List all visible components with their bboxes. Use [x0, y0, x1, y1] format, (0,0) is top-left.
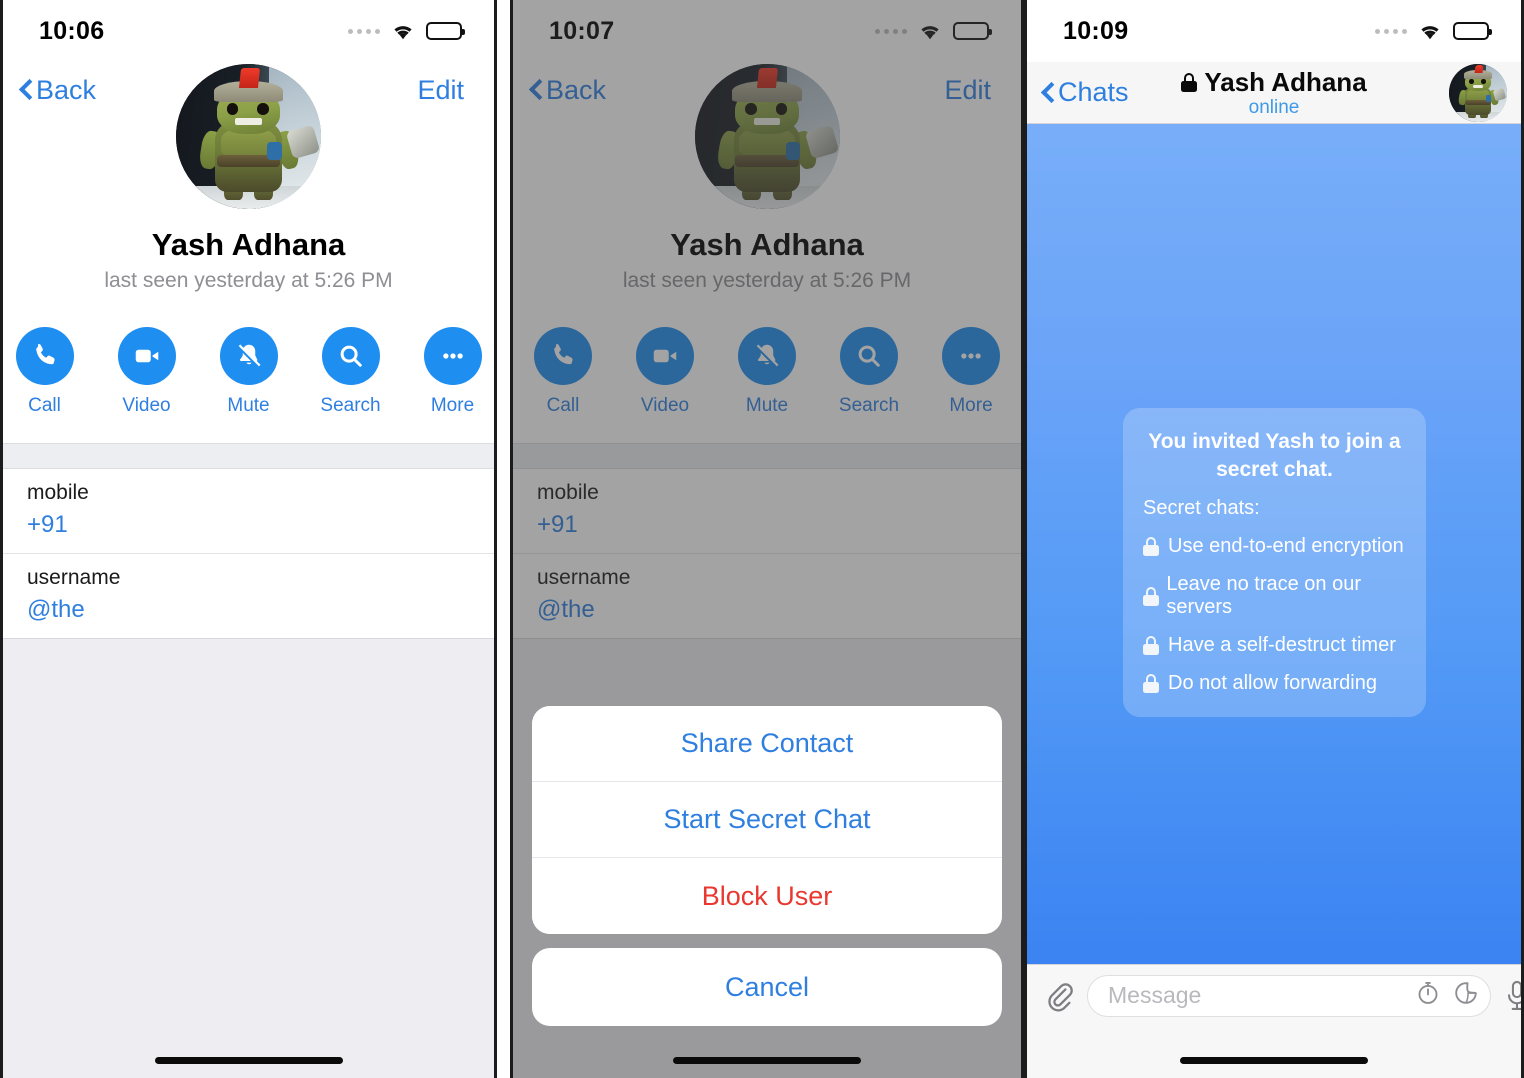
action-call[interactable]: Call	[11, 327, 78, 417]
profile-action-row: Call Video Mute Search More	[3, 327, 494, 421]
block-user-button[interactable]: Block User	[532, 858, 1002, 934]
action-video-label: Video	[122, 395, 171, 416]
bottom-safe-area	[1027, 1026, 1521, 1078]
secret-chat-notice-bubble: You invited Yash to join a secret chat. …	[1123, 408, 1426, 718]
home-indicator[interactable]	[513, 1057, 1021, 1064]
page-title: Yash Adhana	[151, 227, 346, 262]
notice-bullet: Leave no trace on our servers	[1143, 573, 1406, 619]
section-separator	[3, 443, 494, 469]
back-button-label: Back	[36, 74, 97, 105]
profile-body: Back Edit Yash Adhana last seen yesterda…	[3, 62, 494, 1078]
status-indicators	[348, 22, 465, 41]
contact-avatar[interactable]	[1449, 63, 1507, 122]
action-mute-label: Mute	[227, 395, 270, 416]
cancel-button[interactable]: Cancel	[532, 948, 1002, 1026]
sticker-icon[interactable]	[1452, 979, 1480, 1012]
action-sheet-options: Share Contact Start Secret Chat Block Us…	[532, 706, 1002, 934]
lock-icon	[1143, 586, 1159, 606]
wifi-icon	[1417, 22, 1443, 41]
back-button[interactable]: Back	[19, 75, 96, 106]
empty-area	[3, 639, 494, 1078]
home-indicator[interactable]	[1027, 1057, 1521, 1064]
notice-title: You invited Yash to join a secret chat.	[1148, 430, 1401, 481]
contact-last-seen: last seen yesterday at 5:26 PM	[104, 269, 393, 292]
message-input[interactable]	[1108, 982, 1404, 1009]
profile-header: Yash Adhana last seen yesterday at 5:26 …	[3, 64, 494, 443]
bell-slash-icon	[219, 327, 278, 385]
action-search-label: Search	[320, 395, 381, 416]
chevron-left-icon	[1041, 82, 1054, 104]
action-video[interactable]: Video	[113, 327, 180, 417]
action-call-label: Call	[28, 395, 61, 416]
notice-bullet-text: Have a self-destruct timer	[1168, 634, 1396, 657]
lock-icon	[1143, 537, 1159, 557]
action-more[interactable]: More	[419, 327, 486, 417]
action-more-label: More	[430, 395, 475, 416]
action-mute[interactable]: Mute	[215, 327, 282, 417]
contact-avatar[interactable]	[176, 64, 321, 209]
chat-navigation-bar: Chats Yash Adhana online	[1027, 62, 1521, 124]
info-row-label: mobile	[27, 481, 89, 504]
search-icon	[321, 327, 380, 385]
signal-dots-icon	[1375, 28, 1407, 34]
chevron-left-icon	[19, 79, 32, 101]
lock-icon	[1143, 636, 1159, 656]
info-row-value[interactable]: +91	[27, 511, 470, 539]
screenshot-triptych: 10:06 Back Edit Yash Adhana last seen ye…	[0, 0, 1524, 1078]
avatar-artwork	[1449, 63, 1507, 122]
notice-bullet: Use end-to-end encryption	[1143, 535, 1406, 558]
notice-lead: Secret chats:	[1143, 497, 1260, 520]
message-input-bar	[1027, 964, 1521, 1026]
notice-bullet: Do not allow forwarding	[1143, 672, 1406, 695]
ellipsis-icon	[423, 327, 482, 385]
stopwatch-icon[interactable]	[1414, 979, 1442, 1012]
phone-screen-secret-chat: 10:09 Chats Yash Adhana online You invit…	[1024, 0, 1524, 1078]
message-field[interactable]	[1087, 974, 1491, 1017]
phone-screen-action-sheet: 10:07 Back Edit Yash Adhana last seen ye…	[510, 0, 1024, 1078]
avatar-artwork	[176, 64, 321, 209]
lock-icon	[1181, 72, 1198, 92]
home-indicator[interactable]	[3, 1057, 494, 1064]
status-indicators	[1375, 22, 1492, 41]
status-bar: 10:09	[1027, 0, 1521, 62]
info-row-value[interactable]: @the	[27, 596, 470, 624]
battery-icon	[426, 22, 465, 40]
phone-icon	[15, 327, 74, 385]
lock-icon	[1143, 674, 1159, 694]
contact-info-list: mobile +91 username @the	[3, 469, 494, 639]
notice-bullet: Have a self-destruct timer	[1143, 634, 1406, 657]
chat-body-column: Chats Yash Adhana online You invited Yas…	[1027, 62, 1521, 1078]
action-search[interactable]: Search	[317, 327, 384, 417]
chat-message-area: You invited Yash to join a secret chat. …	[1027, 124, 1521, 964]
list-item[interactable]: mobile +91	[3, 469, 494, 554]
battery-icon	[1453, 22, 1492, 40]
start-secret-chat-button[interactable]: Start Secret Chat	[532, 782, 1002, 858]
chats-back-label: Chats	[1058, 77, 1129, 107]
share-contact-button[interactable]: Share Contact	[532, 706, 1002, 782]
chat-contact-name: Yash Adhana	[1204, 66, 1367, 97]
action-sheet: Share Contact Start Secret Chat Block Us…	[513, 706, 1021, 1026]
notice-bullet-text: Use end-to-end encryption	[1168, 535, 1404, 558]
edit-button[interactable]: Edit	[417, 75, 464, 106]
notice-bullet-text: Do not allow forwarding	[1168, 672, 1377, 695]
paperclip-icon[interactable]	[1043, 980, 1075, 1012]
status-bar: 10:06	[3, 0, 494, 62]
video-camera-icon	[117, 327, 176, 385]
signal-dots-icon	[348, 28, 380, 34]
info-row-label: username	[27, 566, 121, 589]
microphone-icon[interactable]	[1503, 979, 1521, 1013]
status-clock: 10:09	[1063, 16, 1129, 45]
wifi-icon	[390, 22, 416, 41]
phone-screen-profile: 10:06 Back Edit Yash Adhana last seen ye…	[0, 0, 497, 1078]
status-clock: 10:06	[39, 16, 105, 45]
list-item[interactable]: username @the	[3, 554, 494, 639]
notice-bullet-text: Leave no trace on our servers	[1166, 573, 1362, 619]
chat-title-row: Yash Adhana	[1181, 66, 1367, 98]
chats-back-button[interactable]: Chats	[1041, 77, 1129, 108]
